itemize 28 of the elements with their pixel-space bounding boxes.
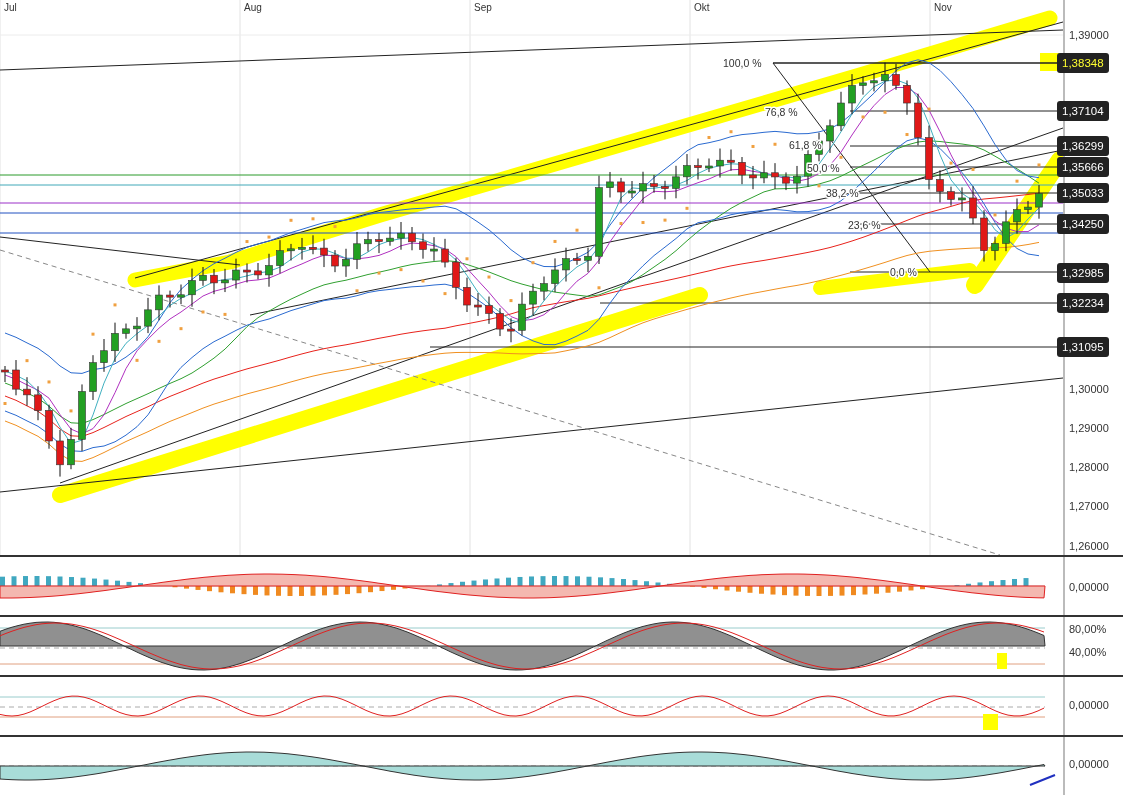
axis-tick-label: 0,00000 (1069, 580, 1109, 595)
month-label: Nov (934, 2, 952, 13)
fib-level-label: 76,8 % (765, 106, 798, 118)
axis-tick-label: 1,39000 (1069, 28, 1109, 43)
axis-tick-label: 0,00000 (1069, 757, 1109, 772)
price-tag: 1,32234 (1057, 293, 1109, 313)
axis-tick-label: 1,26000 (1069, 539, 1109, 554)
price-tag: 1,34250 (1057, 214, 1109, 234)
axis-tick-label: 0,00000 (1069, 698, 1109, 713)
axis-tick-label: 1,30000 (1069, 382, 1109, 397)
price-tag: 1,38348 (1057, 53, 1109, 73)
axis-tick-label: 1,28000 (1069, 460, 1109, 475)
price-tag: 1,31095 (1057, 337, 1109, 357)
fib-level-label: 100,0 % (723, 57, 762, 69)
price-tag: 1,35666 (1057, 157, 1109, 177)
axis-tick-label: 1,27000 (1069, 499, 1109, 514)
month-label: Jul (4, 2, 17, 13)
price-tag: 1,32985 (1057, 263, 1109, 283)
price-tag: 1,37104 (1057, 101, 1109, 121)
price-tag: 1,35033 (1057, 183, 1109, 203)
month-label: Aug (244, 2, 262, 13)
month-label: Okt (694, 2, 710, 13)
axis-tick-label: 1,29000 (1069, 421, 1109, 436)
month-label: Sep (474, 2, 492, 13)
axis-tick-label: 80,00% (1069, 622, 1107, 637)
axis-tick-label: 40,00% (1069, 645, 1107, 660)
fib-level-label: 23,6 % (848, 219, 881, 231)
price-tag: 1,36299 (1057, 136, 1109, 156)
